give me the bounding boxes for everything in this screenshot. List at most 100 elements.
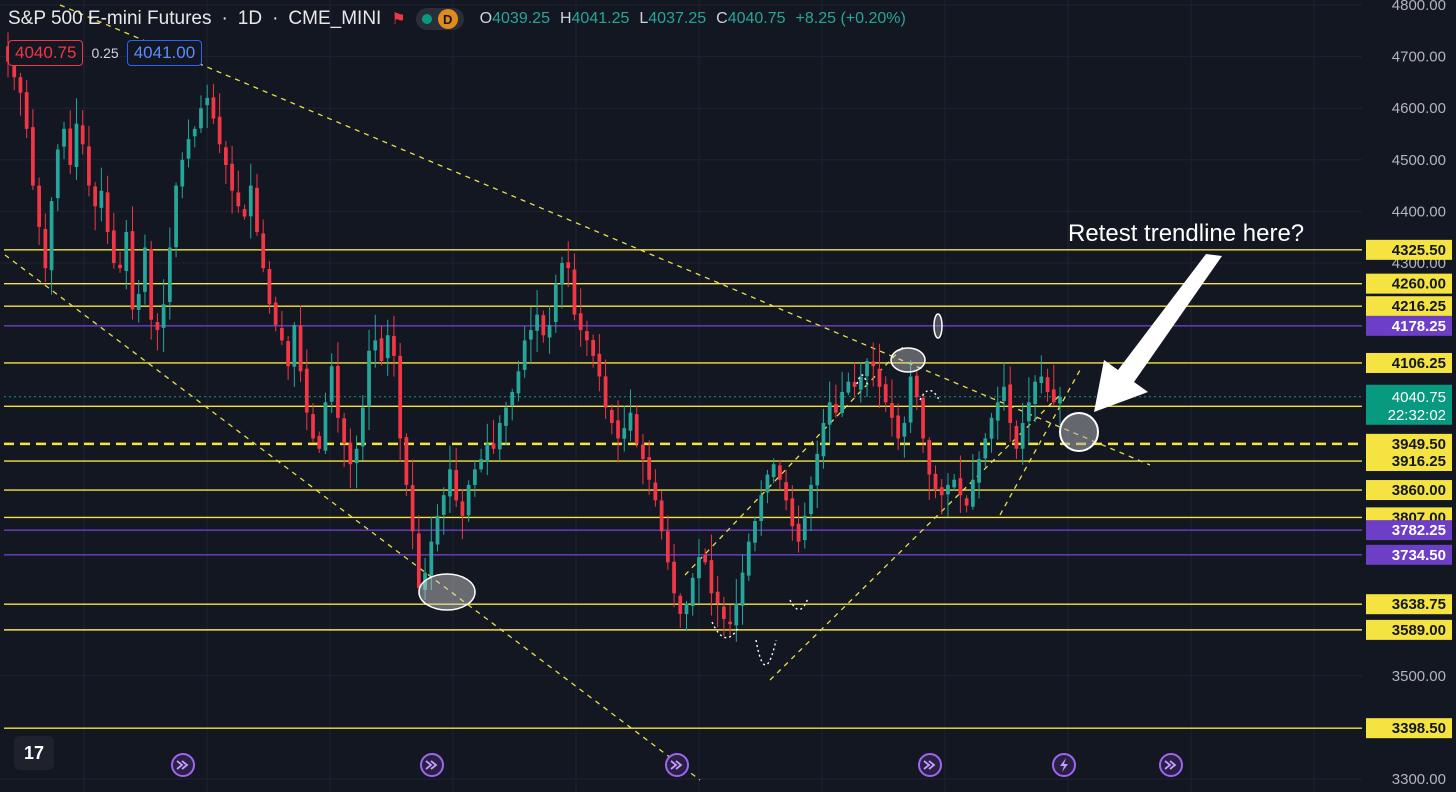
forward-circle-icon [171,753,195,777]
level-price-label: 3734.50 [1392,547,1446,564]
candle-body [329,366,334,402]
candle-body [647,457,652,480]
candle-body [946,484,950,495]
candle-body [336,365,340,418]
candle-body [765,474,770,493]
candle-body [883,384,888,403]
candle-body [1058,396,1062,404]
candle-body [871,361,876,367]
axis-tick-label: 4500.00 [1392,152,1446,169]
candle-body [143,247,147,292]
candle-body [292,324,297,367]
candle-body [68,128,73,165]
high-label: H [559,10,572,27]
candle-body [603,376,608,408]
candle-body [902,422,907,437]
candle-body [1033,381,1037,404]
flag-icon[interactable]: ⚑ [391,9,405,29]
candle-body [740,572,745,606]
low-label: L [639,10,649,27]
candle-body [317,436,322,449]
level-price-label: 4260.00 [1392,276,1446,293]
candle-body [983,438,988,459]
candle-body [790,498,795,527]
annotation-text: Retest trendline here? [1068,220,1305,247]
candle-body [522,340,527,370]
candle-body [535,314,539,331]
sell-price-button[interactable]: 4040.75 [8,40,84,66]
candle-body [105,192,110,233]
candle-body [778,465,782,480]
candle-body [572,269,577,315]
candle-body [448,469,452,497]
candle-body [908,376,913,423]
candle-body [802,515,807,541]
candle-body [690,577,695,607]
candle-body [939,487,944,496]
candle-body [479,459,483,470]
candle-body [267,269,272,305]
trade-buttons: 4040.75 0.25 4041.00 [8,40,203,66]
ohlc-readout: O4039.25 H4041.25 L4037.25 C4040.75 +8.2… [480,10,906,28]
candle-body [80,125,85,145]
high-value: 4041.25 [571,10,630,27]
candle-body [472,469,477,485]
candle-body [703,554,708,563]
price-axis[interactable]: 4800.004700.004600.004500.004400.004300.… [1362,0,1456,792]
candle-body [659,500,664,532]
candle-body [186,139,191,159]
candle-body [180,159,185,187]
candle-body [865,361,869,377]
candle-body [678,595,683,614]
candle-body [734,603,739,626]
candle-body [753,521,757,543]
candle-body [236,192,241,207]
forward-circle-icon [665,753,689,777]
candle-body [87,146,91,186]
forward-circle-icon [420,753,444,777]
candle-body [155,322,160,331]
candle-body [958,478,963,496]
candle-body [796,523,801,542]
interval-label[interactable]: 1D [238,8,262,30]
level-price-label: 3589.00 [1392,622,1446,639]
candlestick-series [6,32,1062,642]
candle-body [504,407,508,426]
candle-body [392,335,396,356]
candle-body [1045,377,1050,392]
candle-body [622,428,627,439]
candle-body [24,92,29,129]
axis-tick-label: 4700.00 [1392,49,1446,66]
candle-body [1008,384,1013,423]
candle-body [547,324,552,338]
candle-body [914,375,919,398]
data-status-toggle[interactable]: D [415,8,464,30]
candle-body [360,407,365,447]
buy-price-button[interactable]: 4041.00 [126,40,203,66]
candle-body [230,163,234,191]
candle-body [385,335,390,359]
candle-body [529,330,533,340]
candle-body [896,415,901,439]
price-chart[interactable]: 4800.004700.004600.004500.004400.004300.… [0,0,1456,792]
candle-body [970,479,975,507]
candle-body [211,97,216,119]
candle-body [261,233,266,269]
candle-body [460,501,465,516]
candle-body [641,444,645,460]
exchange-label: CME_MINI [288,8,382,29]
candle-body [323,402,328,451]
chart-header: S&P 500 E-mini Futures · 1D · CME_MINI ⚑… [8,6,906,32]
tradingview-logo[interactable]: 17 [14,736,54,770]
candle-body [964,498,969,506]
candle-body [709,560,714,594]
candle-body [890,403,894,418]
candle-body [553,283,558,323]
candle-body [1002,386,1006,402]
symbol-title[interactable]: S&P 500 E-mini Futures [8,8,211,30]
lightning-circle-icon [1052,753,1076,777]
close-value: 4040.75 [727,10,786,27]
candle-body [62,128,66,147]
candle-body [491,443,496,449]
candle-body [672,561,676,594]
